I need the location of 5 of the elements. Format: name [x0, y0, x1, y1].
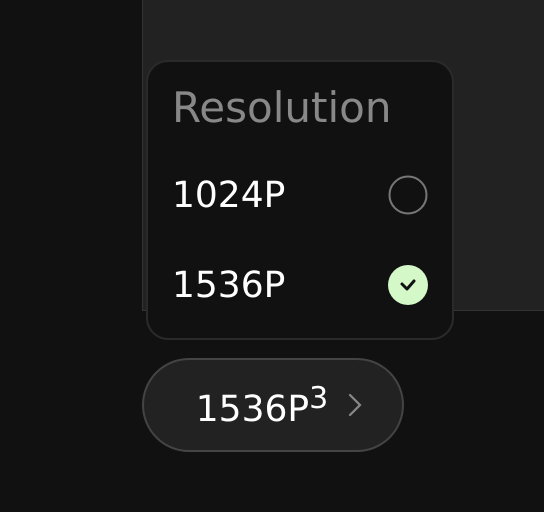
resolution-option[interactable]: 1536P — [172, 240, 428, 330]
resolution-button[interactable]: 1536P$^{3}$ — [142, 358, 404, 452]
menu-title: Resolution — [172, 82, 392, 134]
chevron-right-icon — [348, 393, 362, 417]
resolution-option[interactable]: 1024P — [172, 150, 428, 240]
